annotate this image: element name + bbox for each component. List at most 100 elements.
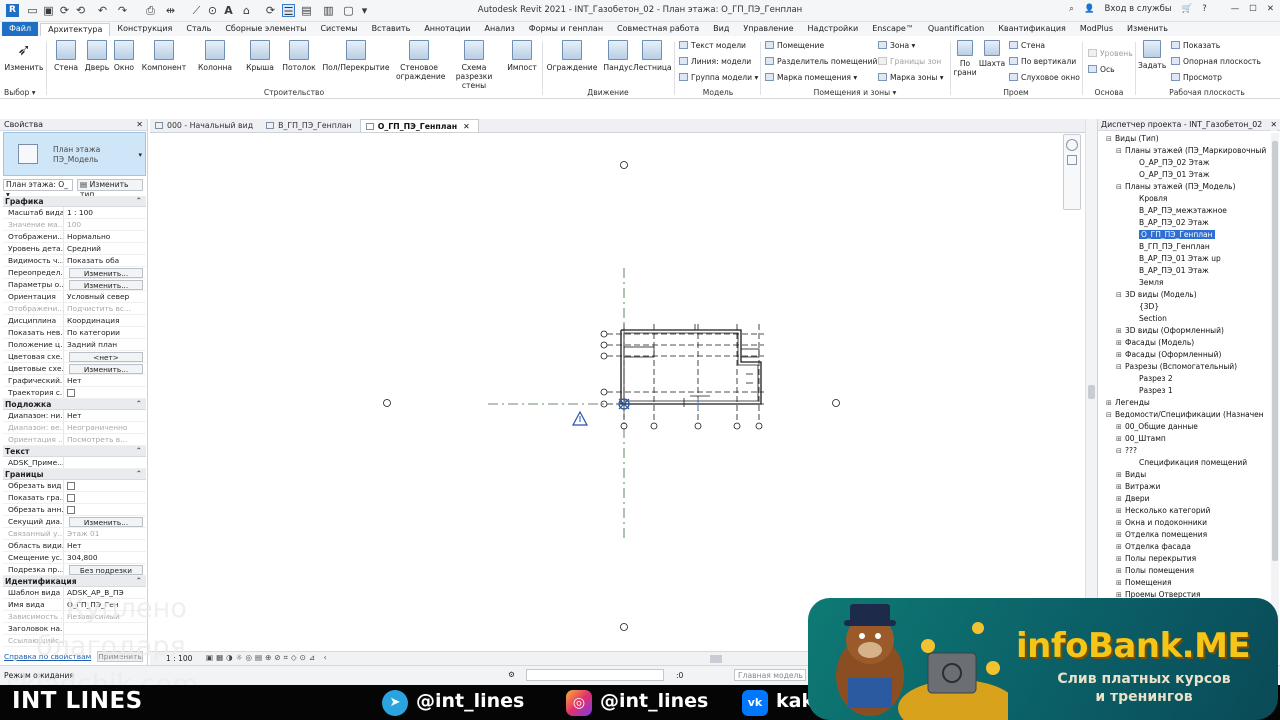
- browser-item[interactable]: ⊞ Полы перекрытия: [1116, 553, 1196, 565]
- ref-plane-button[interactable]: Опорная плоскость: [1171, 57, 1261, 67]
- property-checkbox[interactable]: [67, 494, 75, 502]
- property-value[interactable]: Подчистить вс...: [64, 303, 146, 314]
- user-icon[interactable]: 👤: [1084, 4, 1095, 14]
- expand-icon[interactable]: ⊞: [1116, 469, 1125, 481]
- browser-item[interactable]: ⊟???: [1116, 445, 1137, 457]
- mullion-button[interactable]: Импост: [506, 40, 538, 72]
- instagram-handle[interactable]: @int_lines: [600, 690, 708, 712]
- tab-18[interactable]: Изменить: [1120, 22, 1175, 36]
- browser-item[interactable]: ⊞ Отделка фасада: [1116, 541, 1191, 553]
- browser-item[interactable]: ⊟ Планы этажей (ПЭ_Маркировочный: [1116, 145, 1266, 157]
- property-value[interactable]: Этаж 01: [64, 528, 146, 539]
- expand-icon[interactable]: ⊞: [1116, 493, 1125, 505]
- collapse-icon[interactable]: ⊟: [1106, 409, 1115, 421]
- worksets-icon[interactable]: ⚙: [508, 670, 515, 679]
- tab-3[interactable]: Сталь: [179, 22, 218, 36]
- browser-item[interactable]: В_АР_ПЭ_межэтажное: [1130, 205, 1227, 217]
- curtain-system-button[interactable]: Стеновое ограждение: [396, 40, 445, 81]
- view-tab[interactable]: 000 - Начальный вид: [150, 119, 261, 132]
- scroll-thumb[interactable]: [1088, 385, 1095, 399]
- property-value[interactable]: Нет: [64, 540, 146, 551]
- property-value[interactable]: Задний план: [64, 339, 146, 350]
- browser-item[interactable]: В_ГП_ПЭ_Генплан: [1130, 241, 1210, 253]
- curtain-grid-button[interactable]: Схема разрезки стены: [444, 40, 504, 90]
- close-icon[interactable]: ✕: [1270, 119, 1277, 131]
- browser-item[interactable]: В_АР_ПЭ_01 Этаж up: [1130, 253, 1221, 265]
- browser-item[interactable]: О_АР_ПЭ_02 Этаж: [1130, 157, 1210, 169]
- room-separator-button[interactable]: Разделитель помещений: [765, 57, 878, 67]
- model-line-button[interactable]: Линия: модели: [679, 57, 751, 67]
- close-icon[interactable]: ✕: [1267, 4, 1274, 14]
- area-boundary-button[interactable]: Границы зон: [878, 57, 941, 67]
- close-icon[interactable]: ✕: [136, 119, 143, 131]
- browser-item[interactable]: В_АР_ПЭ_02 Этаж: [1130, 217, 1209, 229]
- expand-icon[interactable]: ⊞: [1116, 553, 1125, 565]
- expand-icon[interactable]: ⊞: [1116, 421, 1125, 433]
- tab-6[interactable]: Вставить: [365, 22, 418, 36]
- viewer-button[interactable]: Просмотр: [1171, 73, 1222, 83]
- expand-icon[interactable]: ⊞: [1116, 349, 1125, 361]
- zoom-icon[interactable]: [1067, 155, 1077, 165]
- property-value[interactable]: Показать оба: [64, 255, 146, 266]
- telegram-handle[interactable]: @int_lines: [416, 690, 524, 712]
- tab-13[interactable]: Надстройки: [801, 22, 866, 36]
- property-checkbox[interactable]: [67, 506, 75, 514]
- grid-button[interactable]: Ось: [1088, 65, 1115, 75]
- tab-9[interactable]: Формы и генплан: [522, 22, 610, 36]
- browser-item[interactable]: ⊟ Ведомости/Спецификации (Назначен: [1106, 409, 1264, 421]
- help-icon[interactable]: ?: [1202, 4, 1207, 14]
- design-option-dropdown[interactable]: Главная модель: [734, 669, 806, 681]
- browser-item[interactable]: ⊞ 00_Общие данные: [1116, 421, 1198, 433]
- property-edit-button[interactable]: Изменить...: [69, 364, 143, 374]
- browser-item[interactable]: Разрез 2: [1130, 373, 1173, 385]
- instagram-icon[interactable]: ◎: [566, 690, 592, 716]
- browser-item[interactable]: ⊞ Фасады (Модель): [1116, 337, 1194, 349]
- tab-7[interactable]: Аннотации: [417, 22, 477, 36]
- property-value[interactable]: Средний: [64, 243, 146, 254]
- telegram-icon[interactable]: ➤: [382, 690, 408, 716]
- property-value[interactable]: [64, 492, 146, 503]
- expand-icon[interactable]: ⊞: [1116, 325, 1125, 337]
- property-value[interactable]: Посмотреть в...: [64, 434, 146, 445]
- property-category[interactable]: Текст: [3, 445, 146, 457]
- tab-1[interactable]: Архитектура: [40, 22, 111, 36]
- area-button[interactable]: Зона ▾: [878, 41, 915, 51]
- floor-plan-drawing[interactable]: [150, 134, 1085, 651]
- property-value[interactable]: 1 : 100: [64, 207, 146, 218]
- expand-icon[interactable]: ⊞: [1116, 541, 1125, 553]
- expand-icon[interactable]: ⊞: [1116, 505, 1125, 517]
- show-workplane-button[interactable]: Показать: [1171, 41, 1220, 51]
- browser-item[interactable]: ⊞ Отделка помещения: [1116, 529, 1207, 541]
- vertical-scrollbar[interactable]: [1085, 119, 1097, 651]
- room-button[interactable]: Помещение: [765, 41, 824, 51]
- model-group-button[interactable]: Группа модели ▾: [679, 73, 758, 83]
- property-checkbox[interactable]: [67, 389, 75, 397]
- browser-item[interactable]: ⊞ Несколько категорий: [1116, 505, 1210, 517]
- browser-item[interactable]: ⊟ Разрезы (Вспомогательный): [1116, 361, 1237, 373]
- door-button[interactable]: Дверь: [82, 40, 112, 72]
- workset-dropdown[interactable]: [526, 669, 664, 681]
- property-value[interactable]: 304,800: [64, 552, 146, 563]
- tab-17[interactable]: ModPlus: [1073, 22, 1120, 36]
- browser-item[interactable]: В_АР_ПЭ_01 Этаж: [1130, 265, 1209, 277]
- horizontal-scroll-thumb[interactable]: [710, 655, 722, 663]
- browser-item[interactable]: ⊞ 00_Штамп: [1116, 433, 1166, 445]
- browser-item[interactable]: Разрез 1: [1130, 385, 1173, 397]
- property-value[interactable]: Координация: [64, 315, 146, 326]
- browser-item[interactable]: ⊞ 3D виды (Оформленный): [1116, 325, 1224, 337]
- property-edit-button[interactable]: <нет>: [69, 352, 143, 362]
- wall-opening-button[interactable]: Стена: [1009, 41, 1045, 51]
- ramp-button[interactable]: Пандус: [601, 40, 635, 72]
- browser-item[interactable]: ⊟ Планы этажей (ПЭ_Модель): [1116, 181, 1236, 193]
- property-value[interactable]: Нет: [64, 375, 146, 386]
- property-value[interactable]: Изменить...: [64, 279, 146, 290]
- signin-link[interactable]: Вход в службы: [1105, 4, 1172, 14]
- tab-2[interactable]: Конструкция: [110, 22, 179, 36]
- browser-item[interactable]: ⊞ Двери: [1116, 493, 1150, 505]
- property-value[interactable]: Неограниченно: [64, 422, 146, 433]
- property-value[interactable]: [64, 480, 146, 491]
- property-edit-button[interactable]: Без подрезки: [69, 565, 143, 575]
- column-button[interactable]: Колонна: [194, 40, 236, 72]
- expand-icon[interactable]: ⊞: [1116, 517, 1125, 529]
- navigation-bar[interactable]: [1063, 134, 1081, 210]
